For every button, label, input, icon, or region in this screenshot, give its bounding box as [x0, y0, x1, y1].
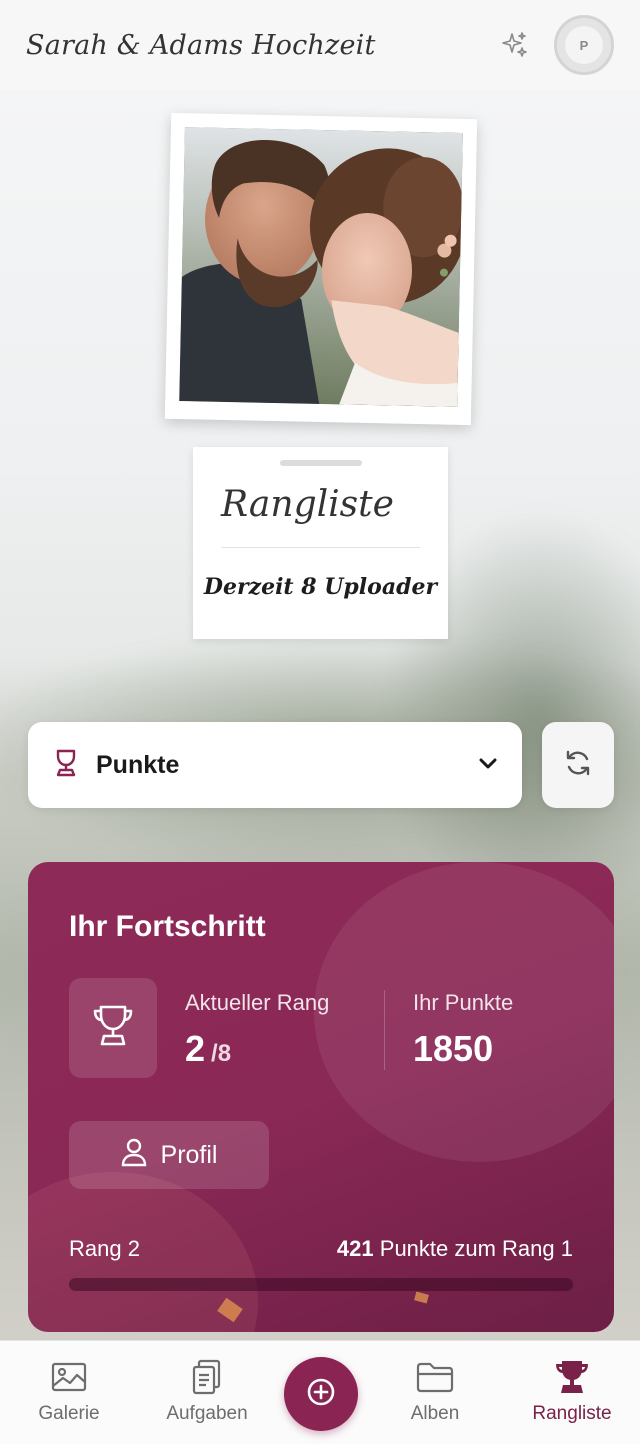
sort-select-value: Punkte — [96, 750, 180, 779]
header-actions: P — [498, 15, 614, 75]
points-to-next-rank: 421 Punkte zum Rang 1 — [337, 1236, 573, 1262]
app-header: Sarah & Adams Hochzeit P — [0, 0, 640, 90]
sort-select[interactable]: Punkte — [28, 722, 522, 808]
rank-trophy-badge — [69, 978, 157, 1078]
upload-button[interactable] — [284, 1357, 358, 1431]
divider — [221, 547, 420, 548]
couple-photo — [179, 127, 463, 407]
profile-button[interactable]: Profil — [69, 1121, 269, 1189]
rank-label: Aktueller Rang — [185, 990, 330, 1015]
bottom-nav: Galerie Aufgaben Alben Rangliste — [0, 1340, 640, 1444]
avatar[interactable]: P — [554, 15, 614, 75]
rank-value: 2/8 — [185, 1028, 231, 1070]
sparkle-icon[interactable] — [498, 29, 530, 61]
nav-label: Alben — [410, 1403, 460, 1424]
progress-card: Ihr Fortschritt Aktueller Rang 2/8 Ihr P… — [28, 862, 614, 1332]
nav-item-aufgaben[interactable]: Aufgaben — [158, 1341, 256, 1444]
profile-button-label: Profil — [160, 1140, 218, 1169]
nav-label: Aufgaben — [166, 1403, 248, 1424]
trophy-icon — [52, 748, 80, 782]
points-value: 1850 — [413, 1028, 494, 1069]
nav-item-alben[interactable]: Alben — [400, 1341, 470, 1444]
refresh-button[interactable] — [542, 722, 614, 808]
gallery-icon — [51, 1359, 87, 1395]
couple-photo-frame — [164, 112, 478, 426]
points-label: Ihr Punkte — [413, 990, 514, 1015]
page-title: Rangliste — [221, 484, 394, 525]
progress-title: Ihr Fortschritt — [69, 910, 266, 943]
plus-circle-icon — [306, 1377, 336, 1412]
tasks-icon — [191, 1359, 223, 1395]
stat-divider — [384, 990, 385, 1070]
leaderboard-header-card: Rangliste Derzeit 8 Uploader — [193, 447, 448, 639]
rank-current: 2 — [185, 1028, 206, 1069]
points-needed: 421 — [336, 1236, 374, 1261]
current-rank-text: Rang 2 — [69, 1236, 140, 1261]
avatar-initial: P — [565, 26, 603, 64]
card-handle — [279, 460, 362, 466]
nav-item-galerie[interactable]: Galerie — [28, 1341, 110, 1444]
uploader-count: Derzeit 8 Uploader — [203, 574, 438, 600]
event-title: Sarah & Adams Hochzeit — [26, 29, 376, 61]
rank-progress-bar — [69, 1278, 573, 1291]
nav-item-rangliste[interactable]: Rangliste — [522, 1341, 622, 1444]
trophy-icon — [91, 1003, 135, 1054]
nav-label: Galerie — [38, 1403, 100, 1424]
points-needed-suffix: Punkte zum Rang 1 — [379, 1236, 573, 1261]
nav-label: Rangliste — [532, 1403, 612, 1424]
confetti-piece — [414, 1291, 429, 1304]
folder-icon — [416, 1359, 454, 1395]
user-icon — [121, 1137, 147, 1174]
trophy-icon — [554, 1359, 590, 1395]
chevron-down-icon — [478, 756, 498, 775]
rank-total: /8 — [211, 1040, 232, 1067]
refresh-icon — [563, 748, 593, 782]
